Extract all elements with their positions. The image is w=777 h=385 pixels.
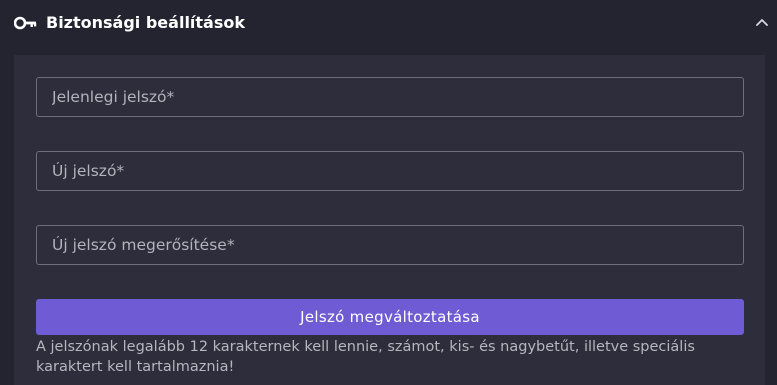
- password-requirements-hint: A jelszónak legalább 12 karakternek kell…: [36, 339, 695, 375]
- current-password-input[interactable]: [36, 77, 744, 117]
- change-password-button[interactable]: Jelszó megváltoztatása: [36, 299, 744, 335]
- key-icon: [13, 15, 38, 31]
- chevron-up-icon[interactable]: [752, 12, 772, 32]
- section-title: Biztonsági beállítások: [46, 13, 246, 32]
- confirm-password-input[interactable]: [36, 225, 744, 265]
- section-header[interactable]: Biztonsági beállítások: [0, 0, 777, 46]
- new-password-input[interactable]: [36, 151, 744, 191]
